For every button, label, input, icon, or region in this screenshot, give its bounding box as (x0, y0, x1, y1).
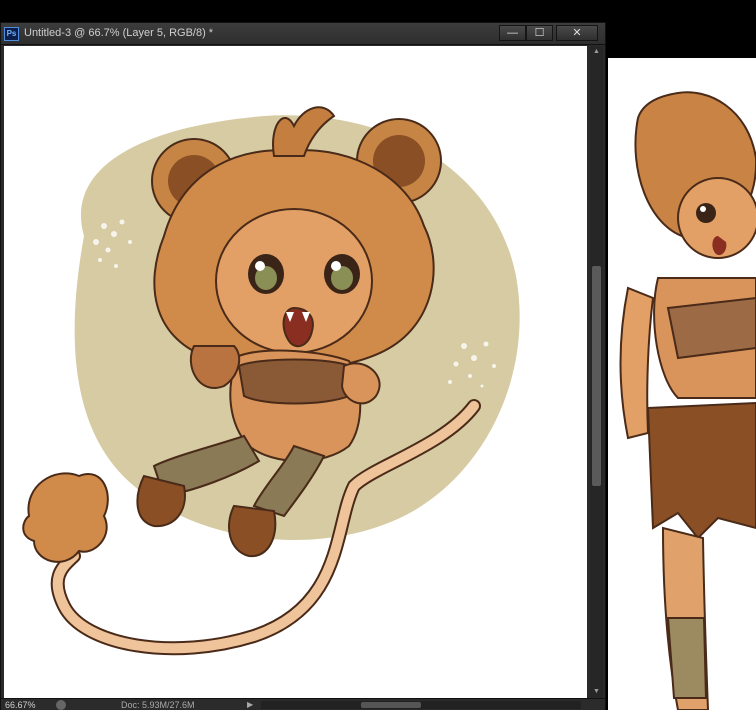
maximize-button[interactable]: ☐ (526, 25, 553, 41)
horizontal-scrollbar[interactable] (261, 701, 581, 709)
top-garment (237, 358, 356, 405)
vertical-scroll-thumb[interactable] (592, 266, 601, 486)
close-button[interactable]: ✕ (556, 25, 598, 41)
photoshop-icon: Ps (4, 27, 19, 41)
reference-illustration (619, 91, 756, 710)
document-title: Untitled-3 @ 66.7% (Layer 5, RGB/8) * (24, 27, 214, 39)
document-window: Ps Untitled-3 @ 66.7% (Layer 5, RGB/8) *… (0, 22, 606, 710)
status-bar: 66.67% Doc: 5.93M/27.6M ▶ (1, 698, 605, 710)
minimize-button[interactable]: — (499, 25, 526, 41)
scroll-down-arrow-icon[interactable]: ▼ (590, 686, 603, 698)
reference-document-canvas[interactable] (608, 58, 756, 710)
character-illustration (22, 106, 520, 656)
horizontal-scroll-thumb[interactable] (361, 702, 421, 708)
ref-top (666, 296, 756, 360)
artwork-canvas[interactable] (4, 46, 587, 698)
scroll-up-arrow-icon[interactable]: ▲ (590, 46, 603, 58)
zoom-level-field[interactable]: 66.67% (5, 699, 36, 710)
ref-skirt (646, 401, 756, 540)
vertical-scrollbar[interactable]: ▲ ▼ (590, 46, 603, 698)
title-bar[interactable]: Ps Untitled-3 @ 66.7% (Layer 5, RGB/8) *… (1, 23, 605, 45)
status-menu-arrow-icon[interactable]: ▶ (247, 699, 253, 710)
tail-tuft (22, 472, 109, 563)
document-size-info: Doc: 5.93M/27.6M (121, 700, 195, 710)
status-info-icon[interactable] (56, 700, 66, 710)
